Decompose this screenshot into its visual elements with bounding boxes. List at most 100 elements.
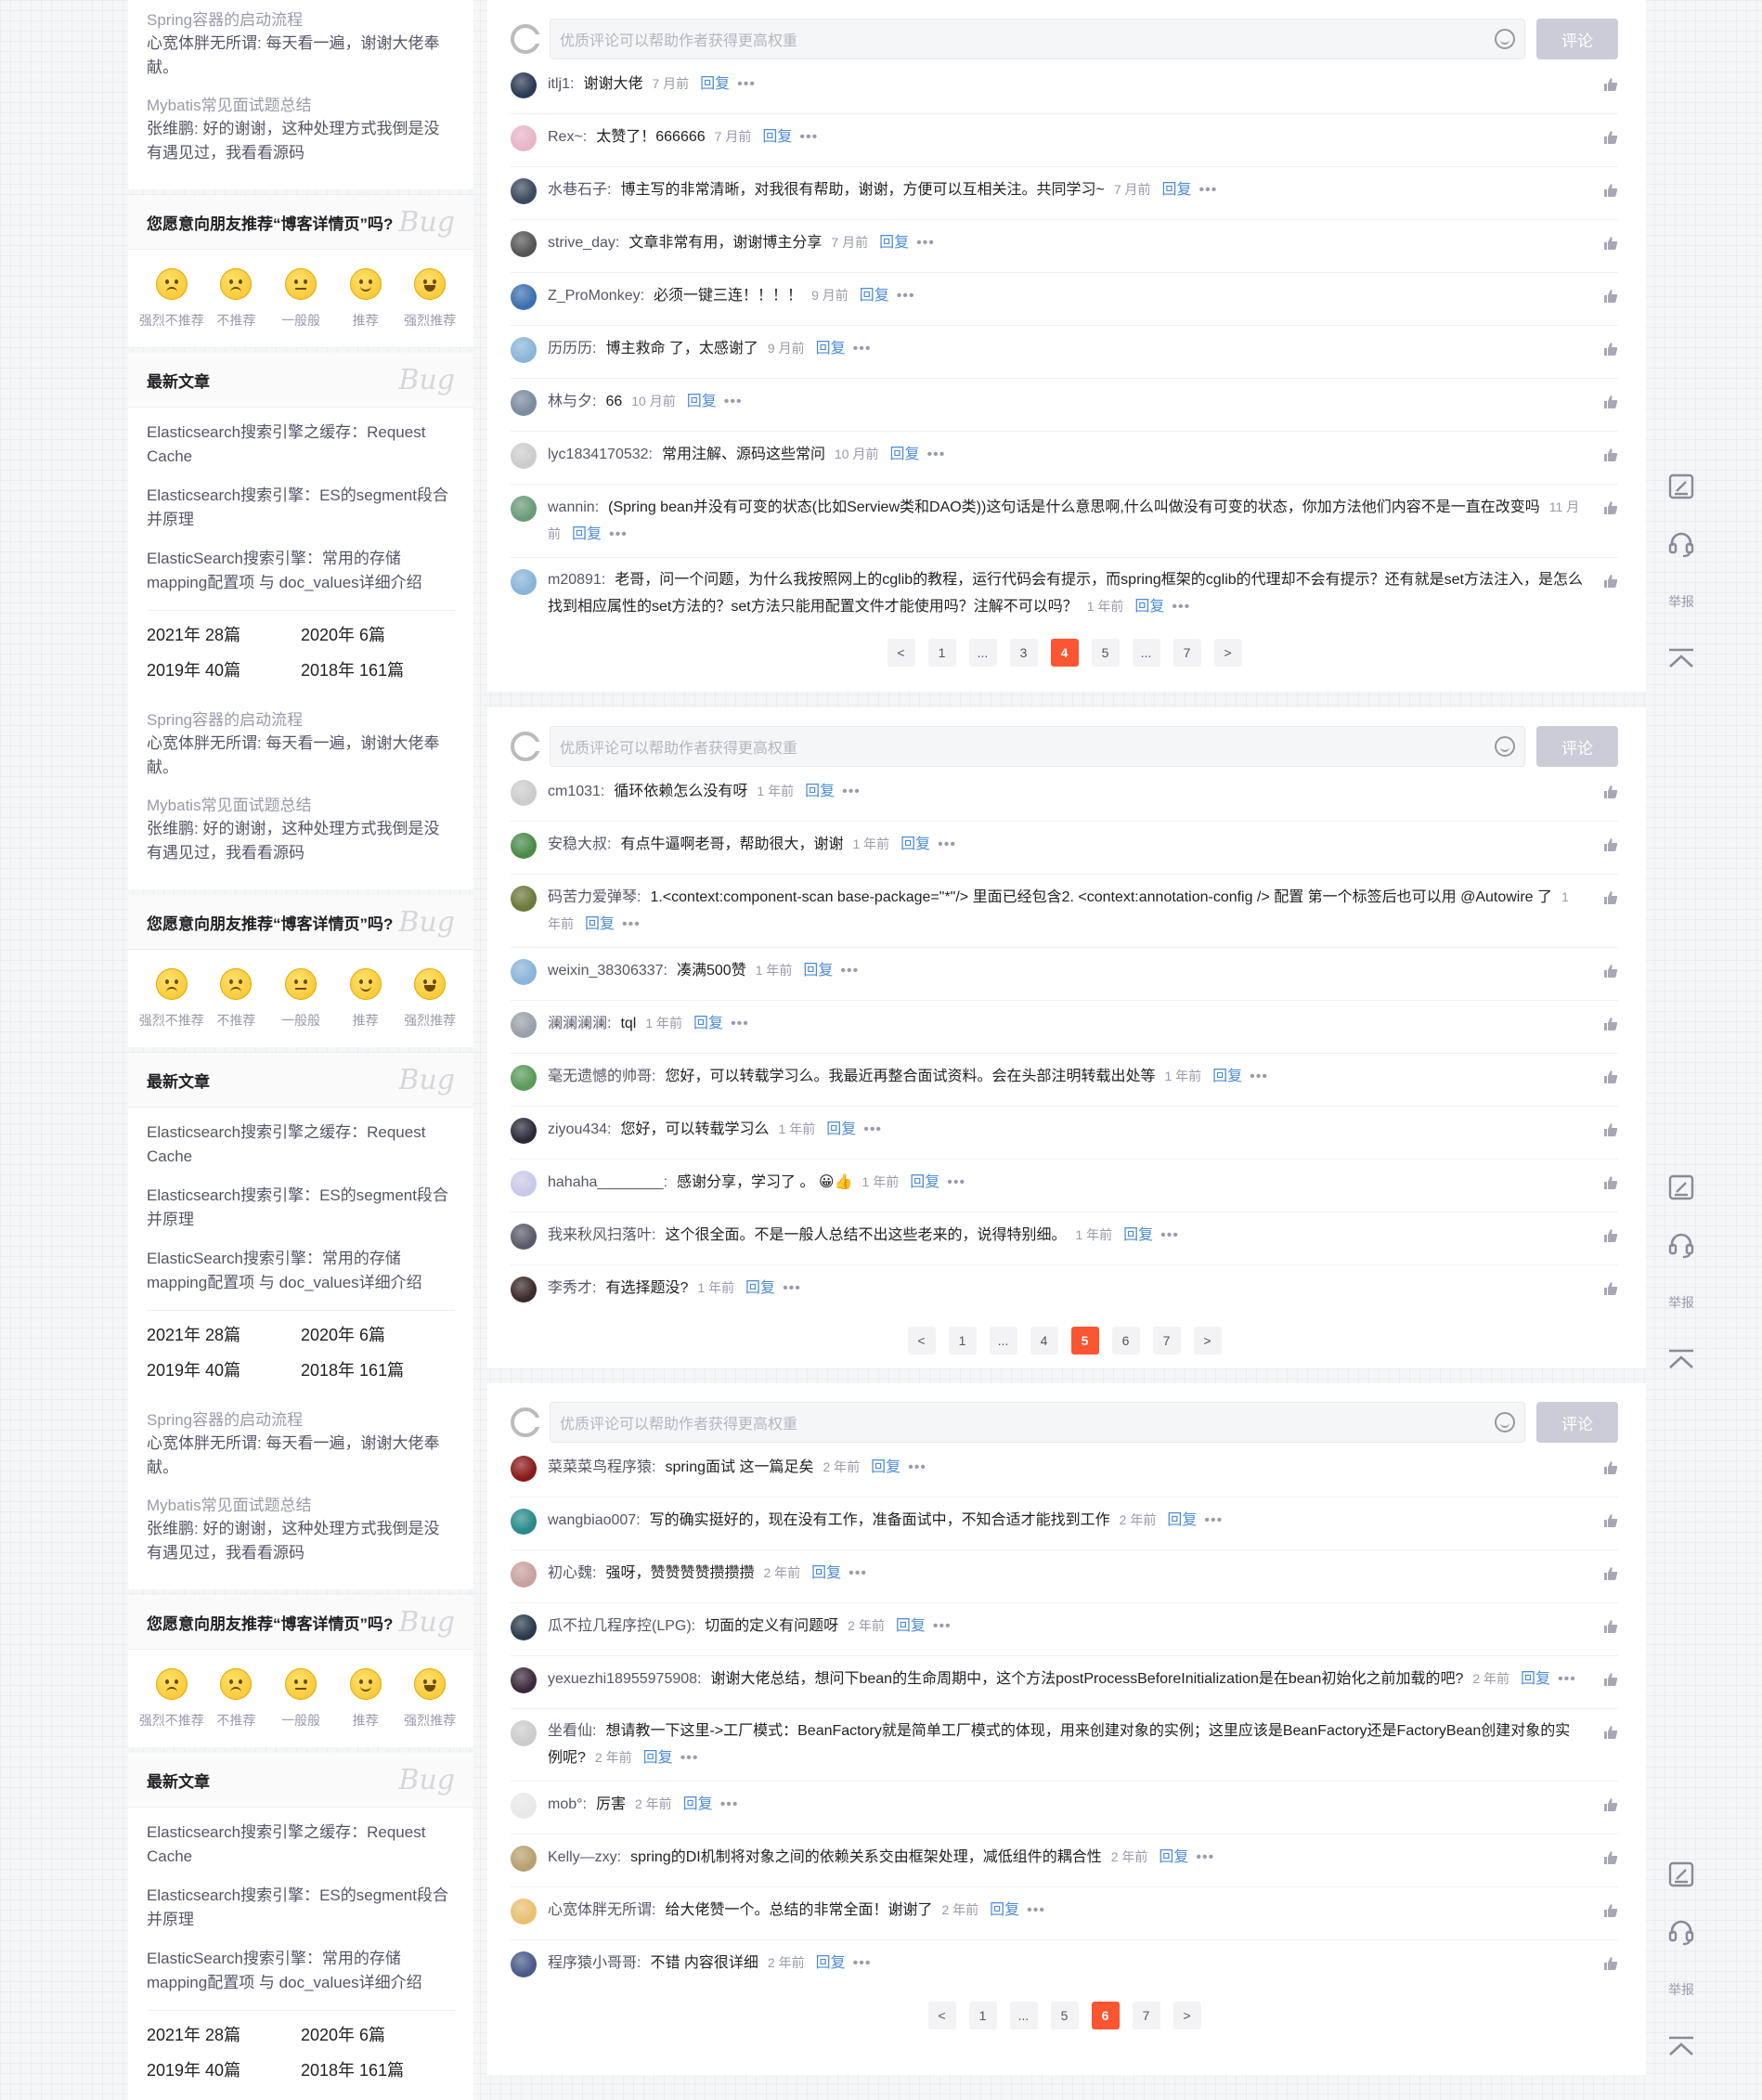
avatar[interactable] [511, 1614, 537, 1640]
comment-username[interactable]: strive_day: [548, 235, 619, 251]
write-tool[interactable] [1654, 458, 1708, 515]
like-icon[interactable] [1603, 1122, 1618, 1137]
latest-article-link[interactable]: Elasticsearch搜索引擎之缓存：Request Cache [147, 1821, 455, 1869]
recent-comment-text[interactable]: 心宽体胖无所谓: 每天看一遍，谢谢大佬奉献。 [147, 32, 455, 80]
page-button[interactable]: 6 [1091, 2002, 1120, 2029]
recent-comment-text[interactable]: 张维鹏: 好的谢谢，这种处理方式我倒是没有遇见过，我看看源码 [147, 117, 455, 165]
comment-username[interactable]: wannin: [548, 499, 599, 515]
avatar[interactable] [511, 443, 537, 469]
more-options-icon[interactable]: ••• [1558, 1671, 1576, 1687]
reply-link[interactable]: 回复 [572, 526, 602, 542]
comment-username[interactable]: Kelly—zxy: [548, 1849, 621, 1865]
frown-face-icon[interactable] [220, 1668, 253, 1700]
page-button[interactable]: 7 [1152, 1327, 1181, 1355]
like-icon[interactable] [1603, 1228, 1618, 1243]
recent-comment-article[interactable]: Spring容器的启动流程 [147, 709, 455, 732]
recommend-option-strong-yes[interactable]: 强烈推荐 [400, 968, 460, 1030]
recent-comment-article[interactable]: Mybatis常见面试题总结 [147, 795, 455, 817]
more-options-icon[interactable]: ••• [853, 341, 872, 356]
more-options-icon[interactable]: ••• [947, 1174, 965, 1190]
avatar[interactable] [511, 1171, 537, 1197]
reply-link[interactable]: 回复 [745, 1280, 775, 1296]
like-icon[interactable] [1603, 395, 1618, 409]
like-icon[interactable] [1603, 964, 1618, 979]
like-icon[interactable] [1603, 1850, 1618, 1865]
like-icon[interactable] [1603, 1725, 1618, 1740]
more-options-icon[interactable]: ••• [1199, 182, 1218, 198]
comment-username[interactable]: 码苦力爱弹琴: [548, 889, 641, 905]
comment-input[interactable]: 优质评论可以帮助作者获得更高权重 [550, 726, 1525, 767]
avatar[interactable] [511, 886, 537, 912]
emoji-picker-icon[interactable] [1495, 29, 1515, 49]
page-button[interactable]: 7 [1132, 2002, 1160, 2029]
avatar[interactable] [511, 284, 537, 310]
avatar[interactable] [511, 1951, 537, 1977]
more-options-icon[interactable]: ••• [842, 784, 861, 799]
more-options-icon[interactable]: ••• [1250, 1069, 1268, 1084]
reply-link[interactable]: 回复 [805, 784, 835, 799]
more-options-icon[interactable]: ••• [853, 1955, 872, 1971]
like-icon[interactable] [1603, 890, 1618, 905]
page-button[interactable]: 6 [1111, 1327, 1140, 1355]
recent-comment-article[interactable]: Spring容器的启动流程 [147, 9, 455, 32]
reply-link[interactable]: 回复 [762, 129, 792, 145]
comment-username[interactable]: 瓜不拉几程序控(LPG): [548, 1618, 695, 1634]
avatar[interactable] [511, 72, 537, 98]
reply-link[interactable]: 回复 [879, 235, 909, 251]
recent-comment-item[interactable]: Mybatis常见面试题总结 张维鹏: 好的谢谢，这种处理方式我倒是没有遇见过，… [147, 95, 455, 165]
customer-service-tool[interactable] [1654, 1216, 1708, 1274]
reply-link[interactable]: 回复 [700, 76, 730, 92]
more-options-icon[interactable]: ••• [609, 526, 628, 542]
page-button[interactable]: > [1193, 1327, 1222, 1355]
reply-link[interactable]: 回复 [900, 836, 930, 852]
edit-icon[interactable] [1667, 1860, 1695, 1888]
like-icon[interactable] [1603, 236, 1618, 251]
more-options-icon[interactable]: ••• [938, 836, 956, 852]
more-options-icon[interactable]: ••• [908, 1459, 926, 1475]
write-tool[interactable] [1654, 1846, 1708, 1903]
recommend-option-no[interactable]: 不推荐 [206, 1668, 266, 1730]
page-button[interactable]: 4 [1050, 639, 1079, 667]
more-options-icon[interactable]: ••• [724, 394, 743, 409]
comment-username[interactable]: 心宽体胖无所谓: [548, 1902, 655, 1918]
archive-link[interactable]: 2018年 161篇 [301, 1357, 455, 1381]
like-icon[interactable] [1603, 1956, 1618, 1971]
avatar[interactable] [511, 1509, 537, 1535]
reply-link[interactable]: 回复 [683, 1796, 713, 1812]
recent-comment-article[interactable]: Mybatis常见面试题总结 [147, 1495, 455, 1517]
customer-service-tool[interactable] [1654, 1903, 1708, 1961]
more-options-icon[interactable]: ••• [1172, 599, 1190, 615]
recommend-option-neutral[interactable]: 一般般 [271, 268, 330, 330]
comment-username[interactable]: cm1031: [548, 784, 604, 799]
archive-link[interactable]: 2018年 161篇 [301, 657, 455, 681]
archive-link[interactable]: 2019年 40篇 [147, 1357, 301, 1381]
comment-username[interactable]: m20891: [548, 572, 605, 588]
recent-comment-text[interactable]: 心宽体胖无所谓: 每天看一遍，谢谢大佬奉献。 [147, 732, 455, 780]
reply-link[interactable]: 回复 [1212, 1069, 1242, 1084]
comment-username[interactable]: 水巷石子: [548, 182, 611, 198]
archive-link[interactable]: 2020年 6篇 [301, 622, 455, 646]
angry-face-icon[interactable] [155, 268, 188, 300]
recommend-option-strong-no[interactable]: 强烈不推荐 [139, 968, 204, 1030]
archive-link[interactable]: 2019年 40篇 [147, 2057, 301, 2081]
more-options-icon[interactable]: ••• [916, 235, 935, 251]
like-icon[interactable] [1603, 837, 1618, 852]
page-button[interactable]: < [887, 639, 915, 667]
recommend-option-neutral[interactable]: 一般般 [271, 1668, 330, 1730]
back-to-top-icon[interactable] [1666, 1347, 1696, 1373]
reply-link[interactable]: 回复 [816, 1955, 846, 1971]
more-options-icon[interactable]: ••• [720, 1796, 739, 1812]
page-button[interactable]: ... [1132, 639, 1160, 667]
like-icon[interactable] [1603, 342, 1618, 356]
emoji-picker-icon[interactable] [1495, 1412, 1515, 1432]
comment-username[interactable]: 菜菜菜鸟程序猿: [548, 1459, 655, 1475]
back-to-top-icon[interactable] [1666, 2034, 1696, 2060]
avatar[interactable] [511, 178, 537, 204]
neutral-face-icon[interactable] [284, 968, 317, 1000]
archive-link[interactable]: 2020年 6篇 [301, 1322, 455, 1346]
comment-username[interactable]: ziyou434: [548, 1121, 612, 1137]
submit-comment-button[interactable]: 评论 [1536, 726, 1618, 767]
page-button[interactable]: ... [968, 639, 997, 667]
emoji-picker-icon[interactable] [1495, 736, 1515, 757]
avatar[interactable] [511, 1720, 537, 1746]
